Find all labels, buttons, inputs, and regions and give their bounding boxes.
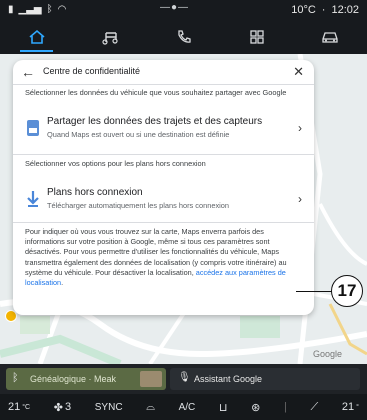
ac-button[interactable]: A/C xyxy=(179,402,196,413)
offline-row-subtitle: Télécharger automatiquement les plans ho… xyxy=(47,201,229,210)
signal-icon: ▁▃▅ xyxy=(18,4,42,15)
screen: ▮ ▁▃▅ ᛒ ◠ —●— 10°C · 12:02 Google ← Cent… xyxy=(0,0,367,420)
vehicle-data-icon xyxy=(27,120,39,136)
fan-speed[interactable]: ✤ 3 xyxy=(54,401,71,414)
sync-button[interactable]: SYNC xyxy=(95,402,123,413)
music-icon xyxy=(102,32,118,45)
callout-number: 17 xyxy=(331,275,363,307)
outside-temperature: 10°C xyxy=(291,4,316,16)
offline-row-title: Plans hors connexion xyxy=(47,187,143,198)
right-temp-unit: ° xyxy=(356,403,359,411)
divider xyxy=(13,222,314,223)
tab-apps[interactable] xyxy=(220,20,293,54)
callout-line xyxy=(296,291,332,292)
steering-heat-icon[interactable]: ⊛ xyxy=(251,401,260,414)
apps-grid-icon xyxy=(250,30,264,44)
climate-bar: 21 °C ✤ 3 SYNC ⌓ A/C ⊔ ⊛ | ⟋ 21 ° xyxy=(0,394,367,420)
share-row-title: Partager les données des trajets et des … xyxy=(47,116,263,127)
tab-phone[interactable] xyxy=(147,20,220,54)
top-nav xyxy=(0,20,367,54)
separator: | xyxy=(284,401,287,413)
chevron-right-icon: › xyxy=(298,121,302,135)
bluetooth-icon: ᛒ xyxy=(46,4,53,15)
right-temperature[interactable]: 21 ° xyxy=(342,401,359,413)
download-icon xyxy=(27,191,39,207)
google-logo: Google xyxy=(313,349,343,359)
status-bar: ▮ ▁▃▅ ᛒ ◠ —●— 10°C · 12:02 xyxy=(0,0,367,20)
home-icon xyxy=(29,29,45,44)
dialog-title: Centre de confidentialité xyxy=(43,66,141,76)
section-share-label: Sélectionner les données du véhicule que… xyxy=(25,88,287,97)
chevron-right-icon: › xyxy=(298,192,302,206)
privacy-dialog: ← Centre de confidentialité ✕ Sélectionn… xyxy=(13,60,314,315)
media-bar: ᛒ Généalogique · Meak 🎙 Assistant Google xyxy=(0,364,367,394)
share-trip-data-row[interactable]: Partager les données des trajets et des … xyxy=(21,114,306,144)
now-playing-title: Généalogique · Meak xyxy=(30,374,117,384)
windshield-defrost-icon[interactable]: ⌓ xyxy=(146,401,155,414)
bluetooth-icon: ᛒ xyxy=(12,372,19,384)
tab-home[interactable] xyxy=(0,20,73,54)
google-assistant-button[interactable]: 🎙 Assistant Google xyxy=(170,368,360,390)
left-temp-unit: °C xyxy=(22,403,31,411)
left-temperature[interactable]: 21 °C xyxy=(8,401,30,413)
fan-icon: ✤ xyxy=(53,401,63,414)
seat-heat-icon[interactable]: ⟋ xyxy=(311,401,319,414)
section-offline-label: Sélectionner vos options pour les plans … xyxy=(25,159,206,168)
offline-maps-row[interactable]: Plans hors connexion Télécharger automat… xyxy=(21,185,306,215)
album-cover xyxy=(140,371,162,387)
status-icons: ▮ ▁▃▅ ᛒ ◠ xyxy=(8,4,66,15)
tab-vehicle[interactable] xyxy=(294,20,367,54)
car-icon xyxy=(322,32,338,43)
dialog-header: ← Centre de confidentialité ✕ xyxy=(13,60,314,84)
fan-level: 3 xyxy=(64,401,72,413)
location-info-paragraph: Pour indiquer où vous vous trouvez sur l… xyxy=(25,227,305,288)
clock: 12:02 xyxy=(331,4,359,16)
phone-icon xyxy=(177,30,191,43)
divider xyxy=(13,154,314,155)
notification-icon: ▮ xyxy=(8,4,14,15)
back-arrow-icon[interactable]: ← xyxy=(21,64,35,80)
share-row-subtitle: Quand Maps est ouvert ou si une destinat… xyxy=(47,130,230,139)
status-separator: · xyxy=(321,4,326,16)
right-temp-value: 21 xyxy=(341,401,355,413)
rear-defrost-icon[interactable]: ⊔ xyxy=(219,401,228,414)
paragraph-period: . xyxy=(61,278,64,288)
tab-music[interactable] xyxy=(73,20,146,54)
assistant-label: Assistant Google xyxy=(194,374,263,384)
status-right: 10°C · 12:02 xyxy=(291,4,359,16)
close-icon[interactable]: ✕ xyxy=(293,64,304,80)
wifi-icon: ◠ xyxy=(57,4,67,15)
now-playing-widget[interactable]: ᛒ Généalogique · Meak xyxy=(6,368,166,390)
status-drag-handle[interactable]: —●— xyxy=(160,2,189,13)
divider xyxy=(13,84,314,85)
microphone-icon: 🎙 xyxy=(178,372,191,383)
left-temp-value: 21 xyxy=(8,401,21,413)
